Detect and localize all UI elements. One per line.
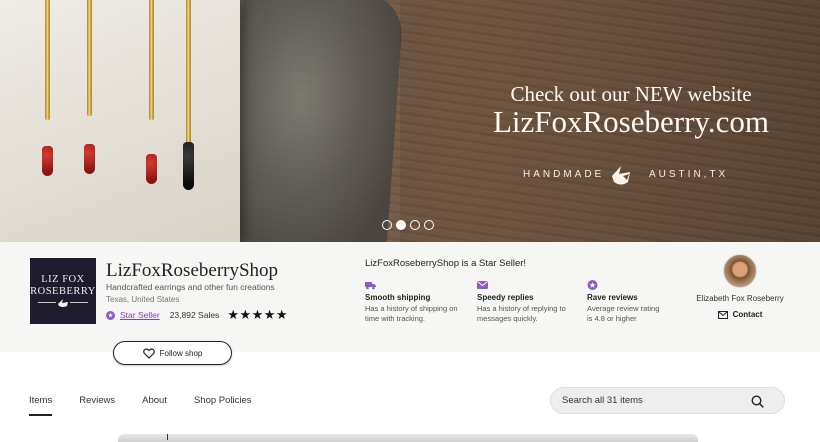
rating-stars[interactable]: ★★★★★ xyxy=(227,307,288,323)
feature-title: Smooth shipping xyxy=(365,293,431,302)
banner-tag-handmade: HANDMADE xyxy=(523,169,605,180)
carousel-indicators xyxy=(382,220,434,230)
shop-header: LIZ FOX ROSEBERRY LizFoxRoseberryShop Ha… xyxy=(0,242,820,352)
shop-logo-line1: LIZ FOX xyxy=(41,274,85,285)
feature-rave-reviews: Rave reviews Average review rating is 4.… xyxy=(587,280,697,324)
carousel-dot[interactable] xyxy=(382,220,392,230)
follow-shop-button[interactable]: Follow shop xyxy=(113,341,232,365)
carousel-dot-active[interactable] xyxy=(396,220,406,230)
feature-desc: is 4.8 or higher xyxy=(587,314,637,323)
shop-search-bar xyxy=(550,387,785,414)
contact-label: Contact xyxy=(732,310,763,319)
owner-name[interactable]: Elizabeth Fox Roseberry xyxy=(690,294,790,303)
featured-section-edge xyxy=(118,434,698,442)
shop-tagline: Handcrafted earrings and other fun creat… xyxy=(106,282,275,292)
tab-about[interactable]: About xyxy=(142,395,167,416)
star-seller-badge-icon xyxy=(106,310,115,320)
banner-tag-location: AUSTIN,TX xyxy=(649,169,729,180)
star-seller-link[interactable]: Star Seller xyxy=(120,310,160,320)
shop-logo[interactable]: LIZ FOX ROSEBERRY xyxy=(30,258,96,324)
feature-desc: Average review rating xyxy=(587,304,660,313)
search-input[interactable] xyxy=(562,395,742,406)
section-tick xyxy=(167,434,168,440)
carousel-dot[interactable] xyxy=(410,220,420,230)
fox-logo-icon xyxy=(612,166,630,185)
shop-tabs: Items Reviews About Shop Policies xyxy=(29,395,279,416)
tab-shop-policies[interactable]: Shop Policies xyxy=(194,395,252,416)
shop-name: LizFoxRoseberryShop xyxy=(106,260,279,281)
shop-stats: Star Seller 23,892 Sales ★★★★★ xyxy=(106,307,288,323)
star-badge-icon xyxy=(587,280,598,290)
feature-smooth-shipping: Smooth shipping Has a history of shippin… xyxy=(365,280,475,324)
tab-items[interactable]: Items xyxy=(29,395,53,416)
fox-logo-icon xyxy=(58,299,68,307)
feature-desc: messages quickly. xyxy=(477,314,538,323)
follow-shop-label: Follow shop xyxy=(159,348,203,358)
heart-icon xyxy=(142,347,155,359)
shop-location: Texas, United States xyxy=(106,295,180,304)
feature-speedy-replies: Speedy replies Has a history of replying… xyxy=(477,280,587,324)
feature-title: Rave reviews xyxy=(587,293,638,302)
shop-logo-line2: ROSEBERRY xyxy=(30,286,96,297)
stone-tray xyxy=(225,0,405,242)
feature-desc: Has a history of replying to xyxy=(477,304,566,313)
contact-button[interactable]: Contact xyxy=(690,310,790,319)
banner-website: LizFoxRoseberry.com xyxy=(492,104,770,139)
feature-title: Speedy replies xyxy=(477,293,534,302)
shop-owner: Elizabeth Fox Roseberry Contact xyxy=(690,254,790,319)
star-seller-title: LizFoxRoseberryShop is a Star Seller! xyxy=(365,258,527,269)
feature-desc: Has a history of shipping on xyxy=(365,304,458,313)
envelope-icon xyxy=(477,281,488,289)
search-icon[interactable] xyxy=(751,395,764,408)
feature-desc: time with tracking. xyxy=(365,314,426,323)
earring-display-card xyxy=(0,0,240,242)
truck-icon xyxy=(365,282,376,290)
shop-banner-carousel[interactable]: Check out our NEW website LizFoxRoseberr… xyxy=(0,0,820,242)
tab-reviews[interactable]: Reviews xyxy=(79,395,115,416)
sales-count: 23,892 Sales xyxy=(169,310,220,320)
carousel-dot[interactable] xyxy=(424,220,434,230)
mail-icon xyxy=(717,310,728,319)
owner-avatar[interactable] xyxy=(723,254,757,288)
